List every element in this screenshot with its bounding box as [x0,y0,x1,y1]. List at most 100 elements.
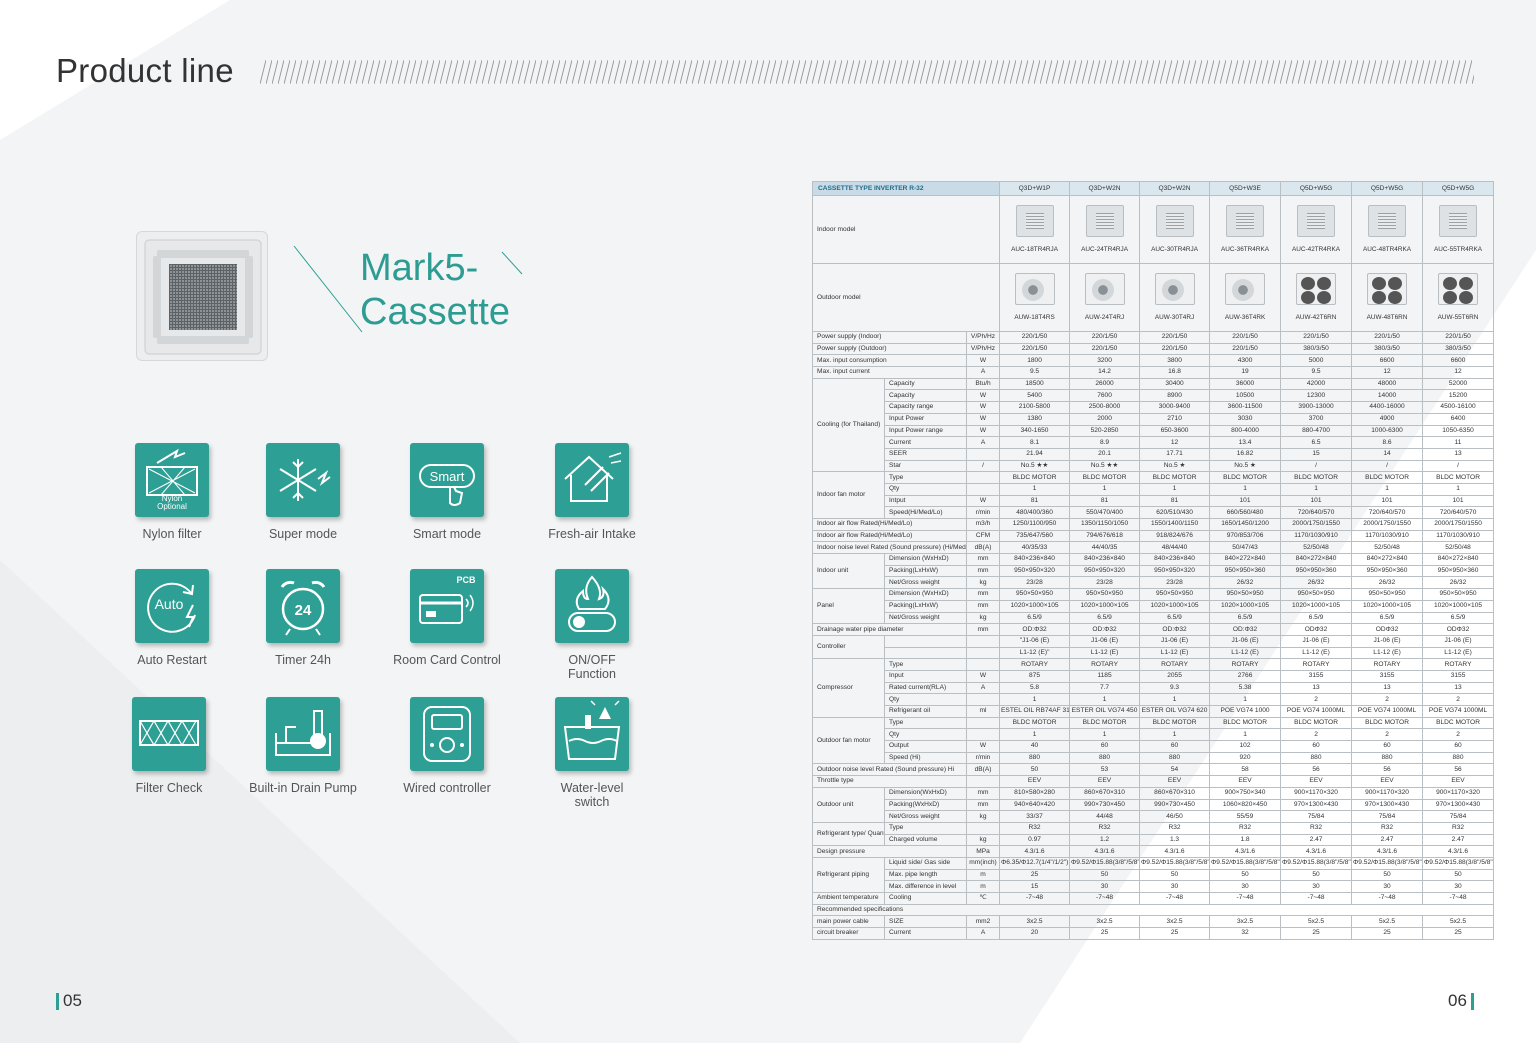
value-cell: 60 [1351,740,1424,753]
value-cell: ROTARY [1139,658,1211,671]
value-cell: J1-06 (E) [1209,634,1282,648]
value-cell: R32 [999,821,1071,835]
indoor-unit-thumbnail [1439,204,1478,237]
row-sub-label: Output [884,740,967,753]
value-cell: 50/47/43 [1209,541,1282,555]
value-cell: 2766 [1209,669,1282,683]
unit-cell: mm2 [965,915,1001,929]
value-cell: 30 [1139,880,1211,893]
value-cell: No.5 ★ [1139,459,1211,473]
spec-row: L1-12 (E)" L1-12 (E) L1-12 (E) L1-12 (E) L1-… [813,646,1495,660]
value-cell: 880 [1351,751,1424,765]
value-cell: 3x2.5 [999,915,1071,929]
value-cell: 1.3 [1139,833,1211,847]
value-cell: 44/48 [1069,810,1141,823]
value-cell: 6400 [1422,412,1495,426]
value-cell: 52/50/48 [1422,541,1495,555]
svg-text:Auto: Auto [155,596,184,612]
row-sub-label: Type [884,821,967,835]
value-cell: 50 [1280,868,1353,882]
value-cell: 1 [999,693,1071,706]
row-sub-label: Capacity [884,377,967,391]
feature-label: Wired controller [403,781,491,795]
value-cell: 1 [1209,482,1282,496]
value-cell: 380/3/50 [1280,342,1353,356]
model-name: AUC-36TR4RKA [1221,245,1269,253]
spec-row: Capacity W 5400 7600 8900 10500 12300 14000 1520… [813,389,1495,403]
value-cell: 2 [1422,693,1495,706]
value-cell: ODΦ32 [1280,623,1353,636]
value-cell: 9.5 [1280,366,1353,379]
row-sub-label: Type [884,471,967,484]
value-cell: 1020×1000×105 [1069,599,1141,613]
value-cell: 16.8 [1139,366,1211,379]
value-cell: Φ9.52/Φ15.88(3/8"/5/8") [1069,856,1141,870]
value-cell: 900×1170×320 [1280,786,1353,800]
value-cell: 550/470/400 [1069,506,1141,519]
value-cell: 25 [1280,927,1353,940]
value-cell: ROTARY [1280,658,1353,671]
row-sub-label: Current [884,927,967,940]
snowflake-icon [266,443,340,517]
value-cell: No.5 ★★ [1069,459,1141,473]
value-cell: 30 [1422,880,1495,893]
model-name: AUW-48T6RN [1366,313,1408,321]
outdoor-unit-thumbnail [1154,272,1195,305]
value-cell: 1170/1030/910 [1422,529,1495,543]
value-cell: EEV [1422,775,1495,788]
value-cell: R32 [1069,821,1141,835]
value-cell: 950×50×950 [999,588,1071,601]
value-cell: 50 [1139,868,1211,882]
value-cell: 950×950×360 [1280,564,1353,578]
value-cell: 13 [1422,681,1495,695]
value-cell: 40/35/33 [999,541,1071,555]
value-cell: 1800 [999,354,1071,368]
value-cell: 970×1300×430 [1422,798,1495,812]
spec-row: Panel Dimension (WxHxD) mm 950×50×950 950×50… [812,588,1495,625]
value-cell: 3030 [1209,412,1282,426]
spec-row: Throttle type EEV EEV EEV EEV EEV EEV EEV [812,775,1495,788]
unit-cell: W [965,354,1001,368]
value-cell: 940×640×420 [999,798,1071,812]
value-cell: POE VG74 1000ML [1351,705,1424,718]
outdoor-unit-thumbnail [1296,272,1337,305]
value-cell: 950×950×360 [1351,564,1424,578]
spec-row: main power cable SIZE mm2 3x2.5 3x2.5 3x2.5 3x… [812,915,1495,929]
value-cell: -7~48 [1422,892,1495,905]
filter-check-icon [132,697,206,771]
value-cell: 660/560/480 [1209,506,1282,519]
value-cell: 18500 [999,377,1071,391]
value-cell: 380/3/50 [1351,342,1424,356]
row-sub-label [884,646,967,660]
feature-onoff: ON/OFF Function [512,569,672,681]
indoor-unit-thumbnail [1297,204,1336,237]
value-cell: 840×236×840 [999,553,1071,566]
value-cell: 12 [1422,366,1495,379]
value-cell: 1020×1000×105 [1422,599,1495,613]
value-cell: L1-12 (E) [1280,646,1353,660]
value-cell: 480/400/360 [999,506,1071,519]
value-cell: Φ9.52/Φ15.88(3/8"/5/8") [1139,856,1211,870]
unit-cell: W [965,494,1001,508]
value-cell: 25 [999,868,1071,882]
value-cell: 2 [1280,693,1353,706]
page-number-text: 06 [1448,991,1467,1010]
value-cell: 20.1 [1069,447,1141,461]
value-cell: 2000/1750/1550 [1280,518,1353,531]
unit-cell [965,821,1001,835]
spec-row: Rated current(RLA) A 5.8 7.7 9.3 5.38 13 13 13 [813,681,1495,695]
value-cell: ESTER OIL VG74 450 [1069,705,1141,718]
value-cell: 8.6 [1351,436,1424,449]
spec-row: Refrigerant oil ml ESTEL OIL RB74AF 310 EST… [813,705,1495,718]
value-cell: 220/1/50 [999,342,1071,356]
unit-cell: ml [965,705,1001,718]
value-cell: 48/44/40 [1139,541,1211,555]
product-name: Mark5- Cassette [360,246,510,334]
row-label: Design pressure [812,845,967,858]
spec-row: Star / No.5 ★★ No.5 ★★ No.5 ★ No.5 ★ / / / [813,459,1495,473]
value-cell: 1 [999,482,1071,496]
row-sub-label: SEER [884,447,967,461]
spec-row: Outdoor noise level Rated (Sound pressur… [812,763,1495,777]
spec-row: Qty 1 1 1 1 2 2 2 [813,693,1495,706]
value-cell: 30 [1069,880,1141,893]
